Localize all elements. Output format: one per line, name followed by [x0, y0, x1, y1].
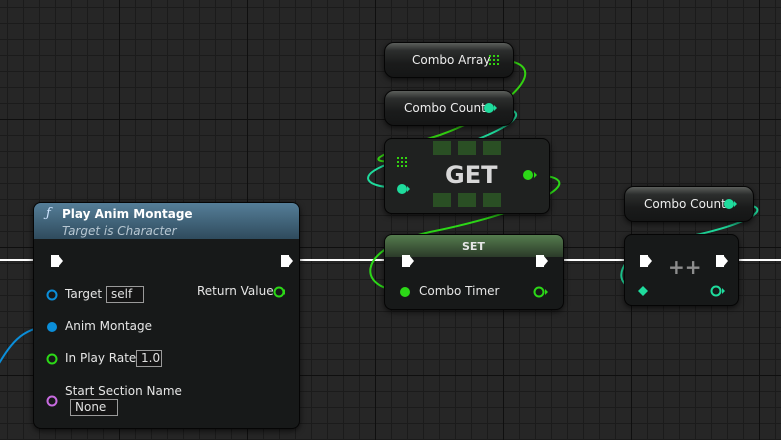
exec-in-pin[interactable] — [51, 255, 63, 267]
function-icon: ƒ — [46, 206, 51, 221]
exec-out-pin[interactable] — [281, 255, 293, 267]
anim-montage-label: Anim Montage — [65, 319, 153, 333]
get-array-input-icon[interactable] — [397, 157, 407, 167]
return-value-label: Return Value — [197, 284, 274, 298]
increment-node[interactable]: ++ — [624, 234, 739, 306]
combo-count-label-right: Combo Count — [644, 197, 726, 211]
play-anim-montage-node[interactable]: ƒ Play Anim Montage Target is Character … — [33, 202, 300, 429]
play-anim-montage-subtitle: Target is Character — [62, 224, 177, 238]
increment-output-pin[interactable] — [710, 285, 726, 297]
play-anim-montage-title: Play Anim Montage — [62, 207, 193, 221]
get-index-pin[interactable] — [397, 183, 411, 195]
get-node[interactable]: GET — [384, 138, 550, 214]
combo-count-top-pin[interactable] — [484, 102, 498, 114]
in-play-rate-field[interactable]: 1.0 — [136, 350, 162, 367]
combo-array-node[interactable]: Combo Array — [384, 42, 514, 78]
anim-montage-pin[interactable] — [46, 321, 58, 333]
increment-exec-out-pin[interactable] — [716, 255, 728, 267]
increment-input-pin[interactable] — [637, 285, 649, 297]
array-grid-icon[interactable] — [489, 55, 499, 65]
set-title: SET — [462, 240, 485, 253]
combo-count-right-pin[interactable] — [724, 198, 738, 210]
get-label: GET — [445, 161, 498, 189]
combo-timer-label: Combo Timer — [419, 284, 500, 298]
combo-count-node-top[interactable]: Combo Count — [384, 90, 514, 126]
target-default-field[interactable]: self — [106, 286, 144, 303]
set-node[interactable]: SET Combo Timer — [384, 234, 564, 310]
set-exec-in-pin[interactable] — [402, 255, 414, 267]
target-label: Target — [65, 287, 103, 301]
in-play-rate-pin[interactable] — [46, 353, 58, 365]
combo-count-label-top: Combo Count — [404, 101, 486, 115]
in-play-rate-label: In Play Rate — [65, 351, 137, 365]
combo-timer-input-pin[interactable] — [399, 286, 411, 298]
set-exec-out-pin[interactable] — [536, 255, 548, 267]
start-section-name-field[interactable]: None — [70, 399, 118, 416]
increment-exec-in-pin[interactable] — [640, 255, 652, 267]
combo-timer-output-pin[interactable] — [533, 286, 549, 298]
combo-array-label: Combo Array — [412, 53, 491, 67]
start-section-name-label: Start Section Name — [65, 384, 182, 398]
return-value-pin[interactable] — [273, 286, 285, 298]
start-section-name-pin[interactable] — [46, 395, 58, 407]
get-output-pin[interactable] — [522, 169, 538, 181]
target-pin[interactable] — [46, 289, 58, 301]
increment-label: ++ — [668, 255, 702, 279]
combo-count-node-right[interactable]: Combo Count — [624, 186, 754, 222]
